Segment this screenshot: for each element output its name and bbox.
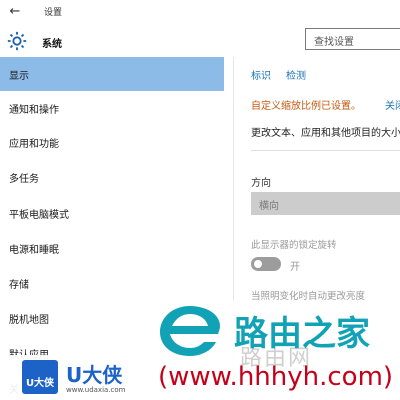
sidebar-item-notifications[interactable]: 通知和操作: [0, 91, 224, 125]
rotation-lock-label: 此显示器的锁定旋转: [251, 240, 337, 251]
router-logo-icon: [160, 306, 220, 356]
section-title: 系统: [42, 39, 62, 50]
orientation-dropdown[interactable]: 横向: [251, 192, 400, 215]
sidebar-item-multitasking[interactable]: 多任务: [0, 160, 224, 194]
sidebar-item-storage[interactable]: 存储: [0, 266, 224, 300]
rotation-lock-state: 开: [290, 262, 300, 273]
sidebar-item-display[interactable]: 显示: [0, 57, 224, 91]
watermark-brand-text: 路由之家: [234, 314, 370, 354]
back-button[interactable]: ←: [6, 3, 24, 21]
orientation-label: 方向: [251, 178, 271, 189]
detect-link[interactable]: 检测: [286, 67, 306, 82]
toggle-knob: [254, 260, 262, 268]
scaling-warning: 自定义缩放比例已设置。: [251, 101, 361, 112]
sidebar-item-power[interactable]: 电源和睡眠: [0, 231, 224, 265]
gear-icon: [7, 31, 27, 51]
arrow-left-icon: ←: [9, 4, 21, 19]
search-input[interactable]: 查找设置: [305, 28, 400, 50]
watermark-url-text: (www.hhhyh.com): [158, 362, 394, 392]
udaxia-name: U大侠: [66, 363, 123, 387]
udaxia-logo-icon: U大侠: [22, 360, 58, 394]
change-size-label: 更改文本、应用和其他项目的大小: [251, 128, 400, 139]
window-title: 设置: [44, 8, 63, 18]
sidebar-item-apps[interactable]: 应用和功能: [0, 125, 224, 159]
scaling-off-link[interactable]: 关闭: [385, 97, 400, 112]
identify-link[interactable]: 标识: [251, 67, 271, 82]
slider-track[interactable]: [251, 150, 400, 151]
title-bar: ← 设置: [0, 0, 400, 24]
rotation-lock-toggle[interactable]: [251, 257, 281, 271]
udaxia-site: www.udaxia.com: [66, 386, 126, 394]
sidebar-item-tablet-mode[interactable]: 平板电脑模式: [0, 196, 224, 230]
